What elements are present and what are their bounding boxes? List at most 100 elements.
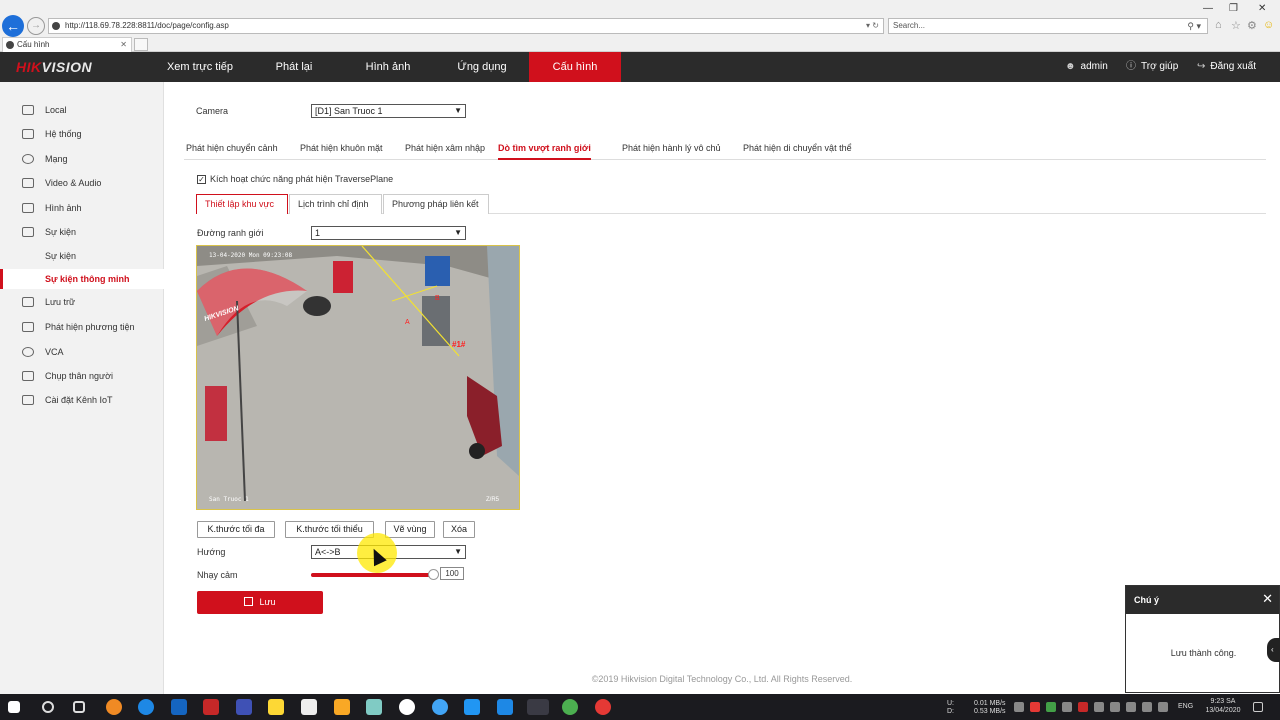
search-icon[interactable]: [42, 701, 54, 713]
close-icon[interactable]: ✕: [1262, 592, 1273, 606]
camera-select[interactable]: [D1] San Truoc 1 ▼: [311, 104, 466, 118]
boundary-line-select[interactable]: 1 ▼: [311, 226, 466, 240]
nav-application[interactable]: Ứng dụng: [444, 52, 520, 82]
clear-button[interactable]: Xóa: [443, 521, 475, 538]
user-menu[interactable]: ☻ admin: [1065, 52, 1108, 82]
sticky-notes-icon[interactable]: [268, 699, 284, 715]
sidebar-item-iot[interactable]: Cài đặt Kênh IoT: [0, 390, 164, 410]
language-indicator[interactable]: ENG: [1178, 703, 1193, 711]
chrome-icon[interactable]: [562, 699, 578, 715]
sidebar-item-video-audio[interactable]: Video & Audio: [0, 173, 164, 193]
calendar-app-icon[interactable]: [497, 699, 513, 715]
close-window-icon[interactable]: ✕: [1258, 3, 1266, 14]
start-icon[interactable]: [8, 701, 20, 713]
subtab-linkage-method[interactable]: Phương pháp liên kết: [383, 194, 489, 214]
tab-intrusion-detection[interactable]: Phát hiện xâm nhập: [405, 143, 485, 153]
clock-date[interactable]: 13/04/2020: [1201, 707, 1245, 715]
tray-icon[interactable]: [1078, 702, 1088, 712]
nav-playback[interactable]: Phát lại: [258, 52, 330, 82]
forward-icon[interactable]: →: [27, 17, 45, 35]
sidebar-item-image[interactable]: Hình ảnh: [0, 198, 164, 218]
max-size-button[interactable]: K.thước tối đa: [197, 521, 275, 538]
tab-face-detection[interactable]: Phát hiện khuôn mặt: [300, 143, 383, 153]
nav-live-view[interactable]: Xem trực tiếp: [160, 52, 240, 82]
app-icon[interactable]: [595, 699, 611, 715]
network-tray-icon[interactable]: [1126, 702, 1136, 712]
sidebar-item-event[interactable]: Sự kiện: [0, 222, 164, 242]
search-icon[interactable]: ⚲ ▾: [1187, 19, 1201, 33]
tray-icon[interactable]: [1158, 702, 1168, 712]
collapse-icon[interactable]: ‹: [1267, 638, 1280, 662]
logout-label: Đăng xuất: [1210, 61, 1256, 72]
copyright-footer: ©2019 Hikvision Digital Technology Co., …: [591, 674, 853, 684]
app-icon[interactable]: [399, 699, 415, 715]
logout-icon: ↪: [1197, 61, 1206, 72]
notifications-icon[interactable]: [1253, 702, 1263, 712]
enable-label: Kích hoạt chức năng phát hiện TraversePl…: [210, 174, 394, 184]
app-icon[interactable]: [366, 699, 382, 715]
minimize-icon[interactable]: —: [1203, 3, 1213, 14]
nav-picture[interactable]: Hình ảnh: [350, 52, 426, 82]
image-icon: [22, 203, 34, 213]
favorites-icon[interactable]: ☆: [1231, 19, 1241, 32]
red-app-icon[interactable]: [203, 699, 219, 715]
video-preview[interactable]: A B #1# HIKVISION 13-04-2020 Mon 09:23:0…: [196, 245, 520, 510]
sidebar-item-body-capture[interactable]: Chụp thân người: [0, 366, 164, 386]
subtab-area-settings[interactable]: Thiết lập khu vực: [196, 194, 288, 214]
app-icon[interactable]: [236, 699, 252, 715]
new-tab-button[interactable]: [134, 38, 148, 51]
tray-icon[interactable]: [1014, 702, 1024, 712]
internet-explorer-icon[interactable]: [527, 699, 549, 715]
app-icon[interactable]: [432, 699, 448, 715]
edge-icon[interactable]: [138, 699, 154, 715]
tab-close-icon[interactable]: ✕: [120, 38, 127, 52]
sidebar-subitem-basic-event[interactable]: Sự kiện: [0, 246, 164, 266]
back-icon[interactable]: ←: [2, 15, 24, 37]
enable-checkbox[interactable]: ✓: [197, 175, 206, 184]
smiley-icon[interactable]: ☺: [1263, 19, 1274, 31]
net-up-label: U:: [947, 700, 954, 707]
tab-line-crossing[interactable]: Dò tìm vượt ranh giới: [498, 143, 591, 160]
sidebar-item-local[interactable]: Local: [0, 100, 164, 120]
sensitivity-handle[interactable]: [428, 569, 439, 580]
address-bar[interactable]: http://118.69.78.228:8811/doc/page/confi…: [48, 18, 884, 34]
sidebar-item-storage[interactable]: Lưu trữ: [0, 292, 164, 312]
sidebar-item-vca[interactable]: VCA: [0, 342, 164, 362]
tray-icon[interactable]: [1046, 702, 1056, 712]
tab-scene-change[interactable]: Phát hiện chuyển cảnh: [186, 143, 278, 153]
tray-icon[interactable]: [1094, 702, 1104, 712]
sidebar-subitem-smart-event[interactable]: Sự kiện thông minh: [0, 269, 164, 289]
sidebar-item-system[interactable]: Hệ thống: [0, 124, 164, 144]
refresh-icon[interactable]: ▾ ↻: [866, 19, 879, 33]
tray-icon[interactable]: [1110, 702, 1120, 712]
home-icon[interactable]: ⌂: [1215, 19, 1222, 31]
search-app-icon[interactable]: [106, 699, 122, 715]
restore-icon[interactable]: ❐: [1229, 3, 1238, 14]
subtab-arming-schedule[interactable]: Lịch trình chỉ định: [289, 194, 382, 214]
save-button[interactable]: Lưu: [197, 591, 323, 614]
logout-link[interactable]: ↪ Đăng xuất: [1197, 52, 1256, 82]
sidebar-item-vehicle-detection[interactable]: Phát hiện phương tiện: [0, 317, 164, 337]
sensitivity-slider[interactable]: [311, 569, 439, 580]
tray-icon[interactable]: [1062, 702, 1072, 712]
help-link[interactable]: ⓘ Trợ giúp: [1126, 52, 1178, 82]
settings-gear-icon[interactable]: ⚙: [1247, 19, 1257, 32]
task-view-icon[interactable]: [73, 701, 85, 713]
draw-area-button[interactable]: Vẽ vùng: [385, 521, 435, 538]
app-icon[interactable]: [301, 699, 317, 715]
file-explorer-icon[interactable]: [334, 699, 350, 715]
tray-icon[interactable]: [1030, 702, 1040, 712]
sensitivity-value[interactable]: 100: [440, 567, 464, 580]
min-size-button[interactable]: K.thước tối thiểu: [285, 521, 374, 538]
tab-object-removal[interactable]: Phát hiện di chuyển vật thể: [743, 143, 852, 153]
zalo-icon[interactable]: [464, 699, 480, 715]
browser-tab[interactable]: Cấu hình ✕: [2, 37, 132, 52]
clock-time[interactable]: 9:23 SA: [1206, 698, 1240, 706]
search-input[interactable]: Search... ⚲ ▾: [888, 18, 1208, 34]
monitor-icon: [22, 105, 34, 115]
sidebar-item-network[interactable]: Mạng: [0, 149, 164, 169]
outlook-icon[interactable]: [171, 699, 187, 715]
volume-icon[interactable]: [1142, 702, 1152, 712]
nav-configuration[interactable]: Cấu hình: [529, 52, 621, 82]
tab-unattended-baggage[interactable]: Phát hiện hành lý vô chủ: [622, 143, 721, 153]
